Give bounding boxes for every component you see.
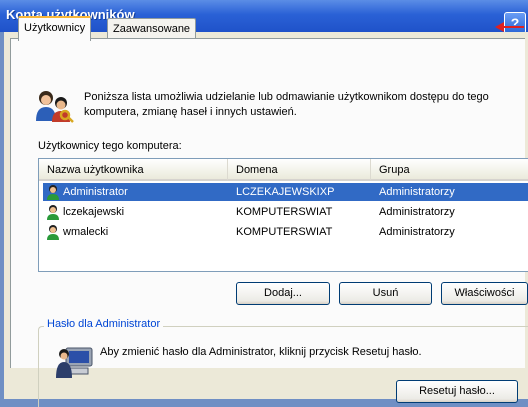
users-keys-icon — [36, 91, 74, 123]
computer-user-icon — [56, 347, 93, 378]
tab-advanced-label: Zaawansowane — [113, 23, 191, 35]
user-group: Administratorzy — [379, 206, 455, 218]
user-icon — [47, 205, 59, 220]
help-button[interactable]: ? — [504, 12, 526, 34]
tab-advanced[interactable]: Zaawansowane — [107, 18, 197, 39]
column-header-domain[interactable]: Domena — [228, 159, 371, 181]
user-name: Administrator — [63, 186, 128, 198]
remove-user-button[interactable]: Usuń — [339, 282, 432, 305]
intro-text: Poniższa lista umożliwia udzielanie lub … — [84, 91, 489, 118]
add-user-button[interactable]: Dodaj... — [236, 282, 330, 305]
user-domain: KOMPUTERSWIAT — [236, 226, 333, 238]
user-domain: LCZEKAJEWSKIXP — [236, 186, 335, 198]
user-group: Administratorzy — [379, 226, 455, 238]
tab-users-label: Użytkownicy — [24, 22, 86, 34]
table-row[interactable]: lczekajewski KOMPUTERSWIAT Administrator… — [43, 203, 528, 221]
properties-button[interactable]: Właściwości — [441, 282, 528, 305]
password-instruction-text: Aby zmienić hasło dla Administrator, kli… — [100, 346, 422, 358]
users-list-label: Użytkownicy tego komputera: — [38, 140, 182, 152]
user-group: Administratorzy — [379, 186, 455, 198]
column-header-name[interactable]: Nazwa użytkownika — [39, 159, 228, 181]
password-group-label: Hasło dla Administrator — [44, 318, 164, 330]
user-name: wmalecki — [63, 226, 109, 238]
reset-password-button[interactable]: Resetuj hasło... — [396, 380, 518, 403]
tab-users[interactable]: Użytkownicy — [18, 16, 92, 41]
table-row[interactable]: Administrator LCZEKAJEWSKIXP Administrat… — [43, 183, 528, 201]
annotation-arrow-head — [495, 22, 504, 32]
user-icon — [47, 185, 59, 200]
user-domain: KOMPUTERSWIAT — [236, 206, 333, 218]
column-header-group[interactable]: Grupa — [371, 159, 528, 181]
users-listview[interactable]: Nazwa użytkownika Domena Grupa Administr… — [38, 158, 528, 272]
table-row[interactable]: wmalecki KOMPUTERSWIAT Administratorzy — [43, 223, 528, 241]
user-name: lczekajewski — [63, 206, 125, 218]
user-icon — [47, 225, 59, 240]
